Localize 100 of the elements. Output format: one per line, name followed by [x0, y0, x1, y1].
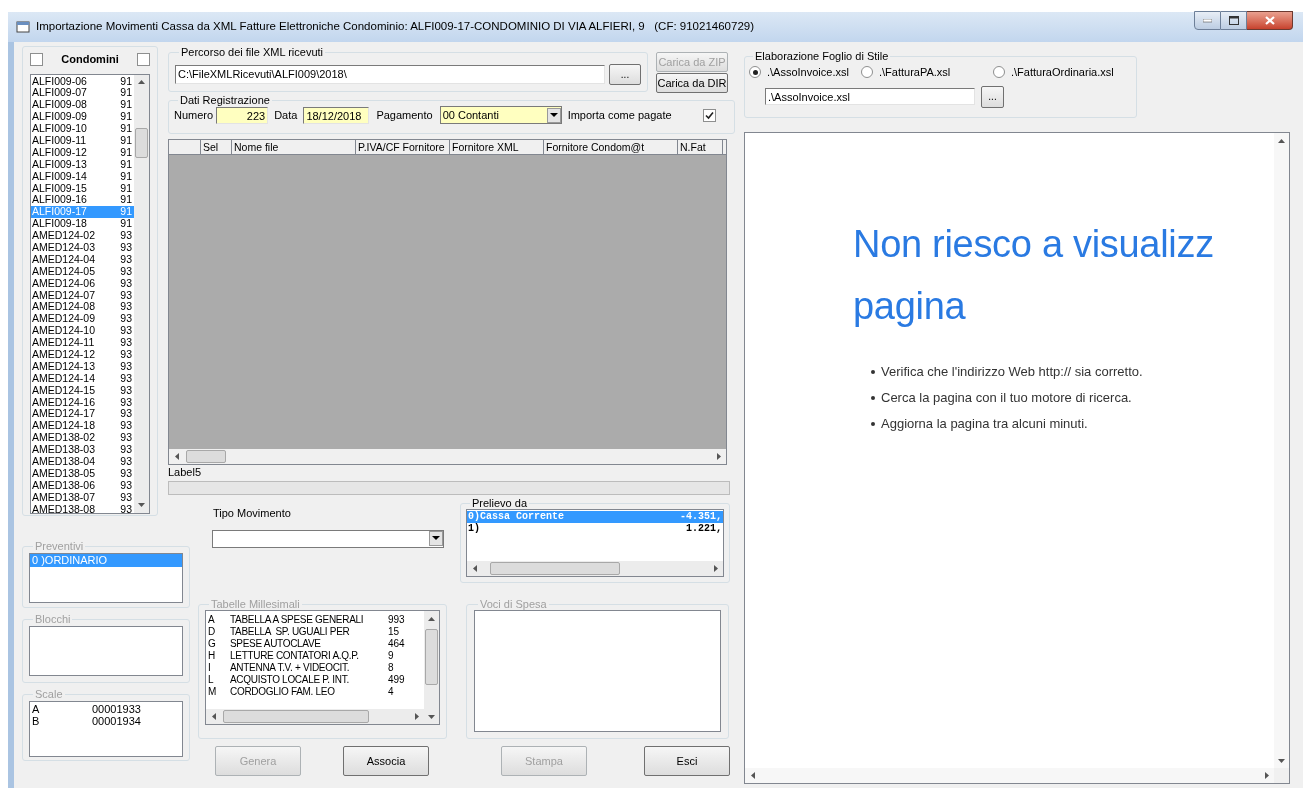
app-icon — [16, 21, 30, 33]
button[interactable]: Associa — [343, 746, 429, 776]
radio-label[interactable]: .\FatturaPA.xsl — [879, 64, 951, 81]
radio-button[interactable] — [993, 66, 1005, 79]
list-item[interactable]: AMED138-07 93 — [31, 491, 134, 504]
list-item[interactable]: AMED124-15 93 — [31, 384, 134, 397]
list-item[interactable]: AMED124-16 93 — [31, 396, 134, 409]
list-item[interactable]: ALFI009-15 91 — [31, 182, 134, 195]
list-item[interactable]: AMED124-03 93 — [31, 241, 134, 254]
checkbox[interactable] — [702, 108, 716, 122]
group-label: Voci di Spesa — [479, 598, 548, 610]
scrollbar-thumb[interactable] — [490, 562, 620, 575]
list-item[interactable]: AMED124-14 93 — [31, 372, 134, 385]
button[interactable]: Esci — [644, 746, 730, 776]
close-icon — [1264, 16, 1275, 25]
down-arrow-icon — [138, 503, 145, 507]
maximize-icon — [1228, 16, 1239, 25]
checkbox[interactable] — [30, 52, 43, 66]
scrollbar-thumb[interactable] — [425, 629, 438, 685]
down-arrow-icon — [428, 714, 435, 719]
list-item[interactable]: AMED124-06 93 — [31, 277, 134, 290]
scrollbar[interactable] — [745, 768, 1274, 783]
scrollbar[interactable] — [169, 449, 726, 464]
dropdown[interactable]: 00 Contanti — [439, 106, 562, 124]
maximize-button[interactable] — [1221, 11, 1247, 30]
list-item[interactable]: ALFI009-13 91 — [31, 158, 134, 171]
list-item[interactable]: AMED138-08 93 — [31, 503, 134, 516]
left-arrow-icon — [174, 453, 179, 460]
scrollbar-thumb[interactable] — [186, 450, 226, 463]
group-label: Blocchi — [34, 613, 72, 625]
field-label: Numero — [174, 107, 214, 123]
button: Stampa — [501, 746, 587, 776]
list-item[interactable]: AMED124-02 93 — [31, 230, 134, 242]
right-arrow-icon — [1264, 772, 1269, 779]
scrollbar[interactable] — [206, 709, 424, 724]
column-header[interactable]: P.IVA/CF Fornitore — [356, 140, 450, 154]
input-field[interactable]: 223 — [216, 106, 269, 124]
list-item[interactable]: ALFI009-10 91 — [31, 123, 134, 135]
browse-button[interactable]: ... — [609, 64, 641, 85]
radio-label[interactable]: .\FatturaOrdinaria.xsl — [1011, 64, 1114, 81]
list-text: Aggiorna la pagina tra alcuni minuti. — [881, 415, 1088, 432]
list-box[interactable]: 0)Cassa Corrente -4.351, 1) 1.221, — [466, 509, 724, 577]
column-header[interactable]: Nome file — [232, 140, 356, 154]
list-item[interactable]: AMED124-10 93 — [31, 325, 134, 338]
column-header[interactable]: N.Fat — [678, 140, 723, 154]
list-item[interactable]: ALFI009-18 91 — [31, 218, 134, 231]
group-label: Prelievo da — [471, 497, 529, 509]
column-header[interactable]: Sel — [201, 140, 232, 154]
list-item[interactable]: AMED124-13 93 — [31, 360, 134, 373]
radio-button[interactable] — [861, 66, 873, 79]
list-item[interactable]: AMED138-03 93 — [31, 444, 134, 456]
right-arrow-icon — [713, 565, 718, 572]
close-button[interactable] — [1247, 11, 1293, 30]
list-item[interactable]: AMED124-07 93 — [31, 289, 134, 302]
list-item[interactable]: AMED124-11 93 — [31, 337, 134, 349]
input-field[interactable]: C:\FileXMLRicevuti\ALFI009\2018\ — [175, 65, 605, 84]
scrollbar[interactable] — [467, 561, 723, 576]
input-field[interactable]: 18/12/2018 — [303, 106, 370, 124]
scrollbar-thumb[interactable] — [223, 710, 369, 723]
list-box[interactable] — [30, 73, 150, 514]
radio-label[interactable]: .\AssoInvoice.xsl — [767, 64, 849, 81]
list-item[interactable]: AMED138-02 93 — [31, 432, 134, 445]
list-item[interactable]: AMED138-06 93 — [31, 479, 134, 492]
checkbox[interactable] — [137, 52, 150, 66]
browse-button[interactable]: ... — [981, 85, 1004, 108]
group-label: Percorso dei file XML ricevuti — [180, 46, 325, 58]
list-item[interactable]: ALFI009-07 91 — [31, 87, 134, 100]
button[interactable]: Carica da DIR — [656, 73, 728, 93]
list-item[interactable]: ALFI009-06 91 — [31, 75, 134, 88]
scrollbar-thumb[interactable] — [135, 127, 148, 158]
dropdown[interactable] — [212, 529, 444, 548]
scrollbar[interactable] — [424, 611, 439, 724]
up-arrow-icon — [428, 616, 435, 621]
radio-button[interactable] — [749, 66, 761, 79]
scrollbar[interactable] — [134, 74, 149, 513]
group-label: Preventivi — [34, 540, 85, 552]
list-item[interactable]: ALFI009-16 91 — [31, 194, 134, 207]
list-item[interactable]: AMED138-04 93 — [31, 456, 134, 468]
input-field[interactable]: .\AssoInvoice.xsl — [765, 88, 975, 105]
list-item[interactable]: ALFI009-14 91 — [31, 170, 134, 183]
bullet-icon — [871, 395, 875, 400]
list-item[interactable]: AMED124-18 93 — [31, 420, 134, 433]
list-item[interactable]: AMED124-09 93 — [31, 313, 134, 326]
column-header[interactable]: Fornitore XML — [450, 140, 544, 154]
list-item[interactable]: AMED124-12 93 — [31, 349, 134, 361]
list-item[interactable]: AMED124-17 93 — [31, 408, 134, 421]
list-item[interactable]: AMED124-04 93 — [31, 253, 134, 266]
list-item[interactable]: ALFI009-12 91 — [31, 146, 134, 159]
list-item[interactable]: 1) 1.221, — [467, 523, 723, 535]
list-item[interactable]: AMED138-05 93 — [31, 467, 134, 480]
list-text: Verifica che l'indirizzo Web http:// sia corretto. — [881, 363, 1143, 380]
list-item[interactable]: ALFI009-08 91 — [31, 99, 134, 112]
column-header[interactable]: Fornitore Condom@t — [544, 140, 678, 154]
list-item[interactable]: AMED124-05 93 — [31, 265, 134, 278]
list-item[interactable]: ALFI009-11 91 — [31, 134, 134, 147]
minimize-icon — [1203, 18, 1212, 23]
list-item[interactable]: ALFI009-09 91 — [31, 111, 134, 124]
scrollbar[interactable] — [1274, 133, 1289, 768]
left-arrow-icon — [211, 713, 216, 720]
list-item[interactable]: AMED124-08 93 — [31, 301, 134, 314]
